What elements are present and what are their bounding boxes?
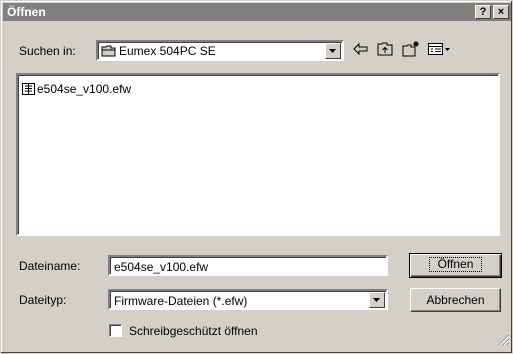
close-button[interactable]: × [493,5,509,19]
filename-label: Dateiname: [19,259,81,273]
chevron-down-icon [373,298,380,302]
filetype-label: Dateityp: [19,293,67,307]
look-in-dropdown-button[interactable] [325,43,341,59]
help-button[interactable]: ? [475,5,491,19]
open-button-label: Öffnen [428,257,483,272]
look-in-combo[interactable]: Eumex 504PC SE [96,40,344,61]
filetype-dropdown-button[interactable] [369,292,385,308]
back-arrow-icon[interactable] [351,39,371,59]
firmware-file-icon [22,82,36,101]
cancel-button-label: Abbrechen [426,293,485,307]
chevron-down-icon [329,49,336,53]
cancel-button[interactable]: Abbrechen [410,288,501,312]
filetype-select[interactable]: Firmware-Dateien (*.efw) [108,289,388,310]
readonly-label[interactable]: Schreibgeschützt öffnen [129,324,258,338]
filetype-value: Firmware-Dateien (*.efw) [114,294,248,308]
folder-icon [101,44,117,63]
file-name: e504se_v100.efw [37,82,132,96]
new-folder-icon[interactable] [401,39,421,59]
filename-input[interactable]: e504se_v100.efw [108,255,388,276]
open-dialog: Öffnen ? × Suchen in: Eumex 504PC SE e50… [0,0,513,354]
close-icon: × [497,6,505,18]
view-menu-icon[interactable] [426,39,452,59]
filename-value: e504se_v100.efw [114,260,209,274]
help-button-label: ? [479,6,487,18]
up-folder-icon[interactable] [376,39,396,59]
window-title: Öffnen [7,5,46,19]
title-bar[interactable]: Öffnen ? × [3,3,511,21]
look-in-label: Suchen in: [19,44,76,58]
open-button[interactable]: Öffnen [409,253,502,278]
readonly-checkbox[interactable] [109,324,122,337]
look-in-value: Eumex 504PC SE [119,44,216,58]
file-list[interactable]: e504se_v100.efw [16,73,500,236]
resize-grip-icon[interactable] [498,333,510,351]
